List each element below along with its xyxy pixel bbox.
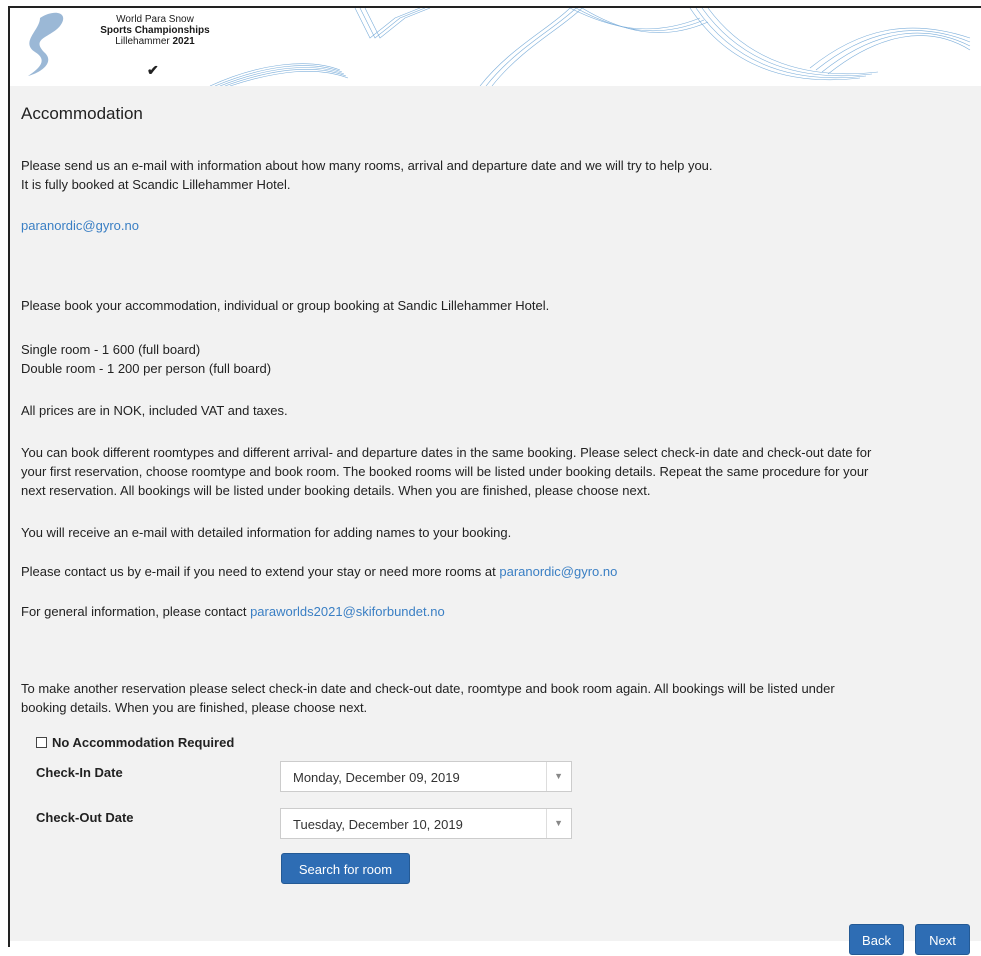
- checkin-value: Monday, December 09, 2019: [293, 770, 460, 785]
- logo-year: 2021: [172, 36, 195, 47]
- checkmark-icon: ✔: [147, 62, 159, 78]
- chevron-down-icon: ▼: [554, 818, 563, 828]
- header-banner: World Para Snow Sports Championships Lil…: [10, 8, 981, 86]
- no-accommodation-label[interactable]: No Accommodation Required: [52, 735, 234, 750]
- logo-line2: Sports Championships: [100, 25, 210, 36]
- general-text: For general information, please contact: [21, 604, 251, 619]
- intro-line2: It is fully booked at Scandic Lillehamme…: [21, 177, 291, 192]
- logo-city: Lillehammer: [115, 36, 170, 47]
- main-content: Accommodation Please send us an e-mail w…: [10, 86, 981, 955]
- next-button[interactable]: Next: [915, 924, 970, 955]
- prices-note: All prices are in NOK, included VAT and …: [21, 403, 288, 418]
- skier-swoosh-icon: [28, 12, 64, 77]
- instructions-line1: You can book different roomtypes and dif…: [21, 445, 872, 460]
- instructions-line3: next reservation. All bookings will be l…: [21, 483, 651, 498]
- general-line: For general information, please contact …: [21, 602, 445, 621]
- contact-line: Please contact us by e-mail if you need …: [21, 562, 617, 581]
- email-link[interactable]: paranordic@gyro.no: [21, 216, 139, 235]
- another-line2: booking details. When you are finished, …: [21, 700, 368, 715]
- checkin-select[interactable]: Monday, December 09, 2019 ▼: [280, 761, 572, 792]
- logo-line1: World Para Snow: [116, 14, 194, 25]
- price-single: Single room - 1 600 (full board): [21, 342, 201, 357]
- search-room-button[interactable]: Search for room: [281, 853, 410, 884]
- page-title: Accommodation: [21, 104, 143, 123]
- logo-text: World Para Snow Sports Championships Lil…: [90, 14, 220, 47]
- back-button[interactable]: Back: [849, 924, 904, 955]
- instructions-line2: your first reservation, choose roomtype …: [21, 464, 869, 479]
- checkout-label: Check-Out Date: [36, 810, 134, 825]
- logo-line3: Lillehammer 2021: [90, 36, 220, 47]
- contact-email-link[interactable]: paranordic@gyro.no: [499, 564, 617, 579]
- receive-note: You will receive an e-mail with detailed…: [21, 525, 512, 540]
- another-line1: To make another reservation please selec…: [21, 681, 835, 696]
- select-divider: [546, 809, 547, 838]
- contact-text: Please contact us by e-mail if you need …: [21, 564, 500, 579]
- checkin-label: Check-In Date: [36, 765, 123, 780]
- checkout-value: Tuesday, December 10, 2019: [293, 817, 463, 832]
- general-email-link[interactable]: paraworlds2021@skiforbundet.no: [250, 604, 445, 619]
- intro-line1: Please send us an e-mail with informatio…: [21, 158, 713, 173]
- price-double: Double room - 1 200 per person (full boa…: [21, 361, 272, 376]
- booking-intro: Please book your accommodation, individu…: [21, 298, 550, 313]
- select-divider: [546, 762, 547, 791]
- checkout-select[interactable]: Tuesday, December 10, 2019 ▼: [280, 808, 572, 839]
- no-accommodation-checkbox[interactable]: [36, 737, 47, 748]
- chevron-down-icon: ▼: [554, 771, 563, 781]
